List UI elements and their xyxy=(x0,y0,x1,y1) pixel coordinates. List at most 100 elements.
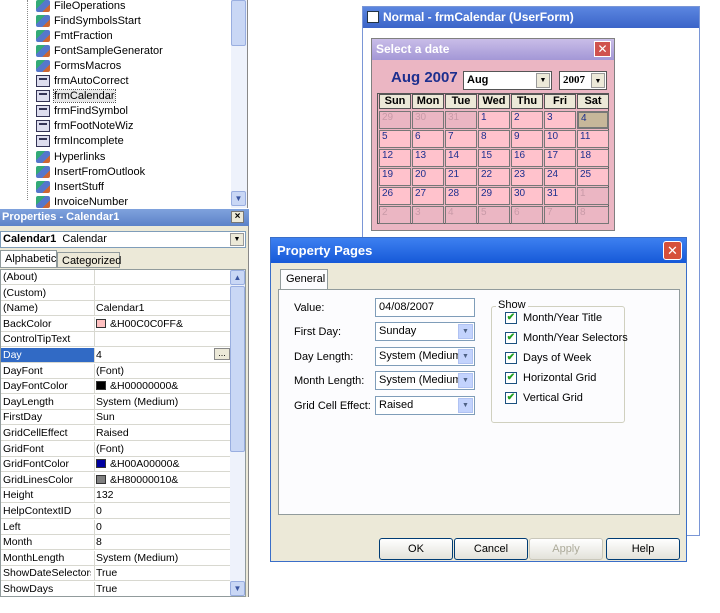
calendar-day-cell[interactable]: 7 xyxy=(445,130,477,148)
calendar-day-cell[interactable]: 12 xyxy=(379,149,411,167)
calendar-day-cell[interactable]: 5 xyxy=(379,130,411,148)
property-value[interactable]: 8 xyxy=(94,535,231,550)
property-value[interactable]: Sun xyxy=(94,410,231,425)
property-value[interactable]: True xyxy=(94,582,231,596)
tree-item[interactable]: frmCalendar xyxy=(36,89,116,104)
userform-close-button[interactable]: ✕ xyxy=(594,41,611,57)
month-length-select[interactable]: System (Medium) ▼ xyxy=(375,371,475,390)
property-row[interactable]: Month 8 xyxy=(1,535,231,551)
property-row[interactable]: (Custom) xyxy=(1,285,231,301)
calendar-day-cell[interactable]: 3 xyxy=(412,206,444,224)
property-row[interactable]: Height 132 xyxy=(1,488,231,504)
dropdown-arrow-icon[interactable]: ▼ xyxy=(230,233,244,246)
property-row[interactable]: FirstDay Sun xyxy=(1,410,231,426)
property-value[interactable]: True xyxy=(94,566,231,581)
properties-scroll-down-button[interactable]: ▼ xyxy=(230,581,245,596)
dropdown-arrow-icon[interactable]: ▼ xyxy=(458,349,473,364)
calendar-day-cell[interactable]: 6 xyxy=(511,206,543,224)
property-value[interactable]: 0 xyxy=(94,519,231,534)
dropdown-arrow-icon[interactable]: ▼ xyxy=(458,373,473,388)
grid-cell-effect-select[interactable]: Raised ▼ xyxy=(375,396,475,415)
calendar-day-cell[interactable]: 13 xyxy=(412,149,444,167)
checkbox-check-icon[interactable]: ✔ xyxy=(505,312,517,324)
calendar-day-cell[interactable]: 8 xyxy=(478,130,510,148)
dropdown-arrow-icon[interactable]: ▼ xyxy=(458,398,473,413)
tree-item[interactable]: FormsMacros xyxy=(36,58,121,73)
calendar-grid[interactable]: Sun Mon Tue Wed Thu Fri Sat 29 30 31 1 2 3 4 5 6 7 8 9 10 11… xyxy=(377,93,609,224)
property-row[interactable]: GridFont (Font) xyxy=(1,441,231,457)
help-button[interactable]: Help xyxy=(606,538,680,560)
property-value[interactable] xyxy=(94,285,231,300)
property-row[interactable]: ShowDays True xyxy=(1,582,231,596)
calendar-day-cell[interactable]: 4 xyxy=(445,206,477,224)
calendar-day-cell[interactable]: 28 xyxy=(445,187,477,205)
property-value[interactable] xyxy=(94,270,231,284)
calendar-day-cell[interactable]: 2 xyxy=(511,111,543,129)
calendar-day-cell[interactable]: 18 xyxy=(577,149,609,167)
tree-item[interactable]: FileOperations xyxy=(36,0,126,13)
calendar-day-cell[interactable]: 24 xyxy=(544,168,576,186)
calendar-day-cell[interactable]: 30 xyxy=(511,187,543,205)
calendar-day-cell[interactable]: 4 xyxy=(577,111,609,129)
calendar-day-cell[interactable]: 8 xyxy=(577,206,609,224)
calendar-day-cell[interactable]: 31 xyxy=(544,187,576,205)
property-row[interactable]: DayFontColor &H00000000& xyxy=(1,379,231,395)
calendar-day-cell[interactable]: 29 xyxy=(379,111,411,129)
apply-button[interactable]: Apply xyxy=(529,538,603,560)
property-value[interactable]: &H00A00000& xyxy=(94,457,231,472)
show-option-checkbox[interactable]: ✔ Horizontal Grid xyxy=(505,372,596,384)
calendar-day-cell[interactable]: 25 xyxy=(577,168,609,186)
tree-scroll-thumb[interactable] xyxy=(231,0,246,46)
tree-item[interactable]: FontSampleGenerator xyxy=(36,43,163,58)
property-value[interactable]: &H00C0C0FF& xyxy=(94,316,231,331)
ok-button[interactable]: OK xyxy=(379,538,453,560)
property-value[interactable]: (Font) xyxy=(94,363,231,378)
property-value[interactable]: System (Medium) xyxy=(94,394,231,409)
tree-scroll-down-button[interactable]: ▼ xyxy=(231,191,246,206)
calendar-day-cell[interactable]: 1 xyxy=(577,187,609,205)
calendar-day-cell[interactable]: 6 xyxy=(412,130,444,148)
tree-item[interactable]: InsertFromOutlook xyxy=(36,164,145,179)
property-row[interactable]: HelpContextID 0 xyxy=(1,504,231,519)
calendar-day-cell[interactable]: 7 xyxy=(544,206,576,224)
calendar-day-cell[interactable]: 11 xyxy=(577,130,609,148)
dialog-close-button[interactable]: ✕ xyxy=(663,241,682,260)
property-row[interactable]: ControlTipText xyxy=(1,332,231,348)
property-row[interactable]: (About) xyxy=(1,270,231,285)
calendar-day-cell[interactable]: 9 xyxy=(511,130,543,148)
calendar-day-cell[interactable]: 31 xyxy=(445,111,477,129)
property-row[interactable]: GridFontColor &H00A00000& xyxy=(1,457,231,473)
property-row[interactable]: Left 0 xyxy=(1,519,231,535)
calendar-day-cell[interactable]: 3 xyxy=(544,111,576,129)
object-selector[interactable]: Calendar1 Calendar ▼ xyxy=(0,231,246,248)
calendar-day-cell[interactable]: 2 xyxy=(379,206,411,224)
tree-item[interactable]: frmAutoCorrect xyxy=(36,74,129,89)
tree-item[interactable]: InsertStuff xyxy=(36,179,104,194)
calendar-day-cell[interactable]: 19 xyxy=(379,168,411,186)
calendar-day-cell[interactable]: 1 xyxy=(478,111,510,129)
property-value[interactable]: &H00000000& xyxy=(94,379,231,394)
property-value[interactable] xyxy=(94,332,231,347)
calendar-day-cell[interactable]: 27 xyxy=(412,187,444,205)
tab-categorized[interactable]: Categorized xyxy=(57,252,121,268)
tree-item[interactable]: frmIncomplete xyxy=(36,134,124,149)
property-value[interactable]: 0 xyxy=(94,504,231,518)
tab-alphabetic[interactable]: Alphabetic xyxy=(0,250,57,268)
properties-scrollbar[interactable]: ▲ ▼ xyxy=(230,270,245,596)
first-day-select[interactable]: Sunday ▼ xyxy=(375,322,475,341)
calendar-day-cell[interactable]: 23 xyxy=(511,168,543,186)
property-row[interactable]: BackColor &H00C0C0FF& xyxy=(1,316,231,332)
property-value[interactable]: Calendar1 xyxy=(94,301,231,316)
property-row[interactable]: DayFont (Font) xyxy=(1,363,231,379)
calendar-day-cell[interactable]: 16 xyxy=(511,149,543,167)
calendar-day-cell[interactable]: 21 xyxy=(445,168,477,186)
property-value[interactable]: System (Medium) xyxy=(94,550,231,565)
property-row[interactable]: Day 4... xyxy=(1,348,231,363)
property-row[interactable]: (Name) Calendar1 xyxy=(1,301,231,317)
calendar-userform[interactable]: Select a date ✕ Aug 2007 Aug ▼ 2007 ▼ Su… xyxy=(371,38,615,231)
show-option-checkbox[interactable]: ✔ Days of Week xyxy=(505,352,591,364)
checkbox-check-icon[interactable]: ✔ xyxy=(505,372,517,384)
tree-item[interactable]: FindSymbolsStart xyxy=(36,13,141,28)
tree-item[interactable]: frmFindSymbol xyxy=(36,104,128,119)
properties-scroll-up-button[interactable]: ▲ xyxy=(230,270,245,285)
